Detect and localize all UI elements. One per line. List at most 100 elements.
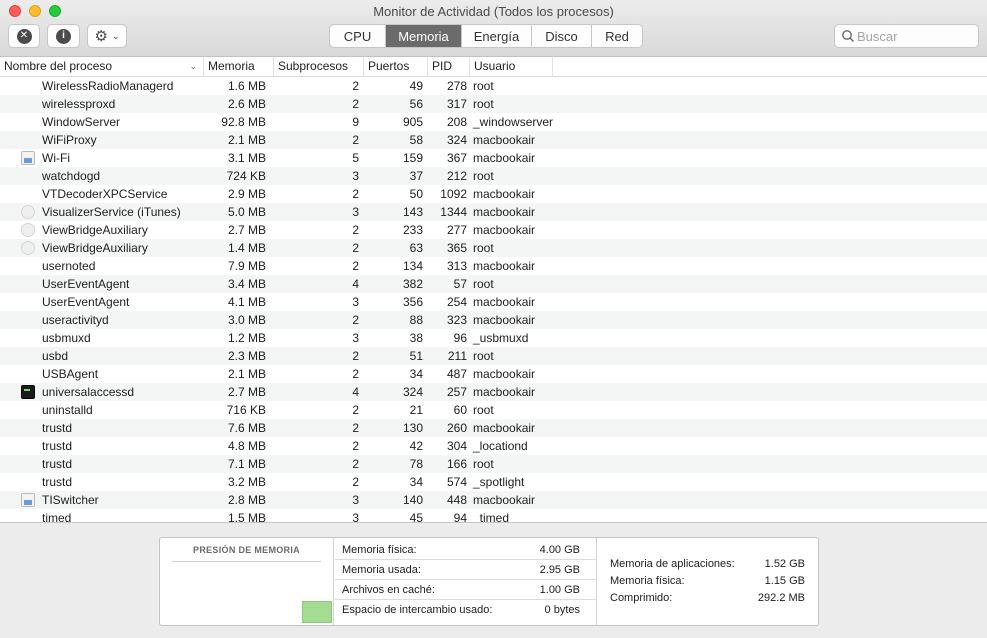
process-memory: 2.9 MB <box>227 187 266 201</box>
tab-disco[interactable]: Disco <box>532 25 592 47</box>
memory-stat-value: 4.00 GB <box>539 544 580 556</box>
process-memory: 1.6 MB <box>227 79 266 93</box>
process-name: VisualizerService (iTunes) <box>42 205 181 219</box>
process-memory: 7.1 MB <box>227 457 266 471</box>
process-name: TISwitcher <box>42 493 99 507</box>
process-app-icon <box>21 385 35 399</box>
process-threads: 2 <box>352 241 359 255</box>
process-ports: 130 <box>402 421 423 435</box>
column-header-user[interactable]: Usuario <box>470 57 553 77</box>
table-row[interactable]: trustd 4.8 MB 2 42 304 _locationd <box>0 437 987 455</box>
column-header-pid[interactable]: PID <box>428 57 470 77</box>
table-row[interactable]: ViewBridgeAuxiliary 1.4 MB 2 63 365 root <box>0 239 987 257</box>
inspect-process-button[interactable]: i <box>47 24 80 48</box>
process-memory: 92.8 MB <box>221 115 266 129</box>
process-name: ViewBridgeAuxiliary <box>42 223 148 237</box>
process-ports: 56 <box>409 97 423 111</box>
process-user: _locationd <box>473 439 528 453</box>
process-memory: 2.1 MB <box>227 133 266 147</box>
table-row[interactable]: trustd 7.1 MB 2 78 166 root <box>0 455 987 473</box>
action-menu-button[interactable]: ⚙ ⌄ <box>87 24 127 48</box>
process-threads: 2 <box>352 403 359 417</box>
table-row[interactable]: WiFiProxy 2.1 MB 2 58 324 macbookair <box>0 131 987 149</box>
toolbar: Monitor de Actividad (Todos los procesos… <box>0 0 987 57</box>
process-memory: 724 KB <box>226 169 266 183</box>
search-input[interactable] <box>857 28 977 44</box>
memory-pressure-title: PRESIÓN DE MEMORIA <box>193 545 300 555</box>
memory-breakdown-label: Comprimido: <box>610 592 673 604</box>
memory-stat-value: 0 bytes <box>544 604 580 616</box>
process-ports: 34 <box>409 475 423 489</box>
memory-stat-value: 2.95 GB <box>539 564 580 576</box>
process-pid: 254 <box>446 295 467 309</box>
process-threads: 2 <box>352 421 359 435</box>
process-name: usbmuxd <box>42 331 91 345</box>
process-pid: 94 <box>453 511 467 522</box>
table-row[interactable]: usernoted 7.9 MB 2 134 313 macbookair <box>0 257 987 275</box>
table-row[interactable]: universalaccessd 2.7 MB 4 324 257 macbookair <box>0 383 987 401</box>
window-title: Monitor de Actividad (Todos los procesos… <box>373 4 614 19</box>
table-row[interactable]: trustd 7.6 MB 2 130 260 macbookair <box>0 419 987 437</box>
memory-breakdown-value: 1.15 GB <box>764 575 805 587</box>
tab-cpu[interactable]: CPU <box>330 25 386 47</box>
process-name: USBAgent <box>42 367 99 381</box>
column-header-threads[interactable]: Subprocesos <box>274 57 364 77</box>
process-ports: 49 <box>409 79 423 93</box>
process-user: root <box>473 277 494 291</box>
table-row[interactable]: trustd 3.2 MB 2 34 574 _spotlight <box>0 473 987 491</box>
table-row[interactable]: uninstalld 716 KB 2 21 60 root <box>0 401 987 419</box>
column-header-name[interactable]: Nombre del proceso ⌄ <box>0 57 204 77</box>
process-user: root <box>473 403 494 417</box>
process-pid: 324 <box>446 133 467 147</box>
tab-red[interactable]: Red <box>592 25 642 47</box>
memory-stats: Memoria física: 4.00 GB Memoria usada: 2.95… <box>335 538 597 625</box>
table-row[interactable]: useractivityd 3.0 MB 2 88 323 macbookair <box>0 311 987 329</box>
chevron-down-icon: ⌄ <box>111 30 120 41</box>
table-row[interactable]: usbmuxd 1.2 MB 3 38 96 _usbmuxd <box>0 329 987 347</box>
table-row[interactable]: WirelessRadioManagerd 1.6 MB 2 49 278 root <box>0 77 987 95</box>
process-ports: 78 <box>409 457 423 471</box>
table-row[interactable]: TISwitcher 2.8 MB 3 140 448 macbookair <box>0 491 987 509</box>
column-header-memory[interactable]: Memoria <box>204 57 274 77</box>
process-ports: 382 <box>402 277 423 291</box>
table-row[interactable]: watchdogd 724 KB 3 37 212 root <box>0 167 987 185</box>
memory-stat-row: Memoria física: 4.00 GB <box>335 540 597 560</box>
table-row[interactable]: VTDecoderXPCService 2.9 MB 2 50 1092 macbooka… <box>0 185 987 203</box>
process-memory: 2.1 MB <box>227 367 266 381</box>
process-pid: 367 <box>446 151 467 165</box>
process-user: root <box>473 169 494 183</box>
process-user: macbookair <box>473 367 536 381</box>
table-row[interactable]: USBAgent 2.1 MB 2 34 487 macbookair <box>0 365 987 383</box>
tab-memoria[interactable]: Memoria <box>386 25 462 47</box>
quit-process-button[interactable]: ✕ <box>8 24 40 48</box>
table-row[interactable]: wirelessproxd 2.6 MB 2 56 317 root <box>0 95 987 113</box>
table-row[interactable]: UserEventAgent 4.1 MB 3 356 254 macbookair <box>0 293 987 311</box>
memory-breakdown-label: Memoria de aplicaciones: <box>610 558 735 570</box>
memory-stat-label: Espacio de intercambio usado: <box>342 604 493 616</box>
column-header-ports[interactable]: Puertos <box>364 57 428 77</box>
memory-stat-label: Archivos en caché: <box>342 584 435 596</box>
process-memory: 3.2 MB <box>227 475 266 489</box>
memory-stat-label: Memoria física: <box>342 544 417 556</box>
tab-energia[interactable]: Energía <box>462 25 532 47</box>
process-memory: 2.3 MB <box>227 349 266 363</box>
process-pid: 211 <box>447 349 467 363</box>
table-row[interactable]: VisualizerService (iTunes) 5.0 MB 3 143 1344… <box>0 203 987 221</box>
table-row[interactable]: ViewBridgeAuxiliary 2.7 MB 2 233 277 macbooka… <box>0 221 987 239</box>
memory-stat-row: Memoria usada: 2.95 GB <box>335 560 597 580</box>
search-field[interactable] <box>834 24 979 48</box>
process-threads: 3 <box>352 295 359 309</box>
table-row[interactable]: timed 1.5 MB 3 45 94 _timed <box>0 509 987 522</box>
process-threads: 3 <box>352 331 359 345</box>
process-name: timed <box>42 511 72 522</box>
process-ports: 140 <box>402 493 423 507</box>
process-name: Wi-Fi <box>42 151 70 165</box>
table-row[interactable]: usbd 2.3 MB 2 51 211 root <box>0 347 987 365</box>
process-app-icon <box>21 205 35 219</box>
table-row[interactable]: Wi-Fi 3.1 MB 5 159 367 macbookair <box>0 149 987 167</box>
table-row[interactable]: WindowServer 92.8 MB 9 905 208 _windowserver <box>0 113 987 131</box>
process-name: UserEventAgent <box>42 277 130 291</box>
process-ports: 21 <box>409 403 423 417</box>
table-row[interactable]: UserEventAgent 3.4 MB 4 382 57 root <box>0 275 987 293</box>
process-pid: 257 <box>446 385 467 399</box>
